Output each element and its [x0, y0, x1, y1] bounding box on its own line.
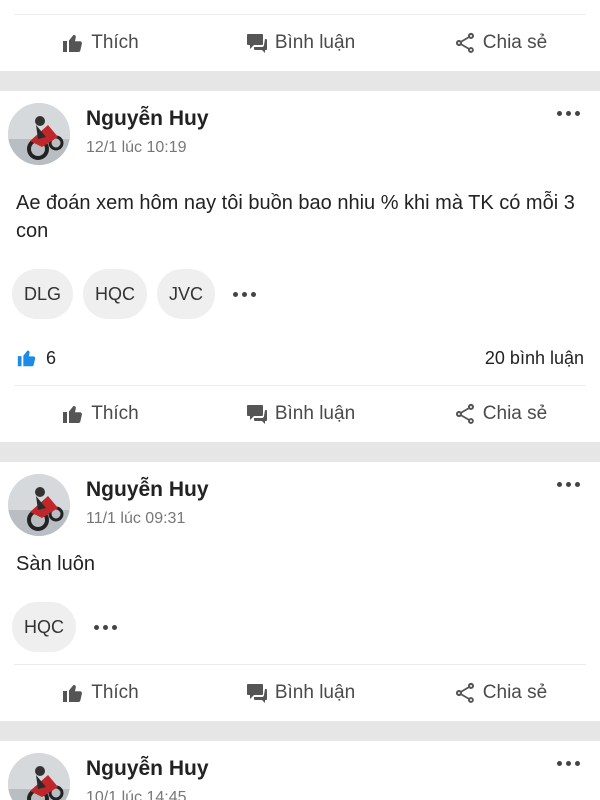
more-tags-button[interactable] [233, 291, 257, 297]
share-label: Chia sẻ [482, 403, 548, 424]
post-timestamp: 10/1 lúc 14:45 [86, 789, 187, 800]
share-label: Chia sẻ [482, 32, 548, 53]
more-options-button[interactable] [557, 482, 580, 487]
action-bar: Thích Bình luận Chia sẻ [0, 665, 600, 721]
post-text: Ae đoán xem hôm nay tôi buồn bao nhiu % … [16, 192, 575, 242]
action-bar: Thích Bình luận Chia sẻ [0, 386, 600, 442]
thumbs-up-icon [16, 347, 38, 369]
thumbs-up-icon [61, 681, 85, 705]
post-timestamp: 12/1 lúc 10:19 [86, 139, 187, 156]
like-label: Thích [91, 682, 139, 703]
comment-icon [245, 681, 269, 705]
comment-button[interactable]: Bình luận [200, 681, 400, 705]
share-button[interactable]: Chia sẻ [400, 31, 600, 55]
post-separator [0, 71, 600, 91]
comment-label: Bình luận [274, 403, 356, 424]
author-name[interactable]: Nguyễn Huy [86, 107, 209, 131]
more-options-button[interactable] [557, 111, 580, 116]
post: Nguyễn Huy 10/1 lúc 14:45 [0, 741, 600, 800]
like-button[interactable]: Thích [0, 681, 200, 705]
share-icon [453, 402, 477, 426]
stock-tags: HQC [0, 602, 600, 652]
share-button[interactable]: Chia sẻ [400, 402, 600, 426]
comment-button[interactable]: Bình luận [200, 402, 400, 426]
post-header: Nguyễn Huy 10/1 lúc 14:45 [0, 741, 600, 800]
more-options-button[interactable] [557, 761, 580, 766]
comment-label: Bình luận [274, 682, 356, 703]
share-label: Chia sẻ [482, 682, 548, 703]
author-name[interactable]: Nguyễn Huy [86, 757, 209, 781]
author-name[interactable]: Nguyễn Huy [86, 478, 209, 502]
post-separator [0, 442, 600, 462]
share-button[interactable]: Chia sẻ [400, 681, 600, 705]
post: Nguyễn Huy 11/1 lúc 09:31 Sàn luôn HQC T… [0, 462, 600, 721]
post-stats: 6 20 bình luận [0, 331, 600, 385]
post-timestamp: 11/1 lúc 09:31 [86, 510, 186, 527]
comment-count[interactable]: 20 bình luận [485, 348, 584, 369]
comment-icon [245, 402, 269, 426]
stock-tag[interactable]: JVC [157, 269, 216, 319]
post: Nguyễn Huy 12/1 lúc 10:19 Ae đoán xem hô… [0, 91, 600, 442]
share-icon [453, 681, 477, 705]
avatar[interactable] [8, 753, 70, 800]
post-text: Sàn luôn [16, 553, 95, 575]
comment-label: Bình luận [274, 32, 356, 53]
comment-icon [245, 31, 269, 55]
post-separator [0, 721, 600, 741]
comment-button[interactable]: Bình luận [200, 31, 400, 55]
avatar[interactable] [8, 474, 70, 536]
share-icon [453, 31, 477, 55]
like-label: Thích [91, 32, 139, 53]
post-header: Nguyễn Huy 12/1 lúc 10:19 [0, 91, 600, 171]
post-header: Nguyễn Huy 11/1 lúc 09:31 [0, 462, 600, 542]
like-button[interactable]: Thích [0, 31, 200, 55]
more-tags-button[interactable] [94, 624, 117, 630]
stock-tag[interactable]: HQC [12, 602, 76, 652]
thumbs-up-icon [61, 31, 85, 55]
action-bar: Thích Bình luận Chia sẻ [0, 15, 600, 71]
stock-tag[interactable]: DLG [12, 269, 74, 319]
like-label: Thích [91, 403, 139, 424]
avatar[interactable] [8, 103, 70, 165]
like-count-value: 6 [46, 347, 57, 368]
like-count[interactable]: 6 [16, 347, 56, 369]
thumbs-up-icon [61, 402, 85, 426]
stock-tag[interactable]: HQC [83, 269, 148, 319]
like-button[interactable]: Thích [0, 402, 200, 426]
stock-tags: DLG HQC JVC [0, 269, 600, 319]
